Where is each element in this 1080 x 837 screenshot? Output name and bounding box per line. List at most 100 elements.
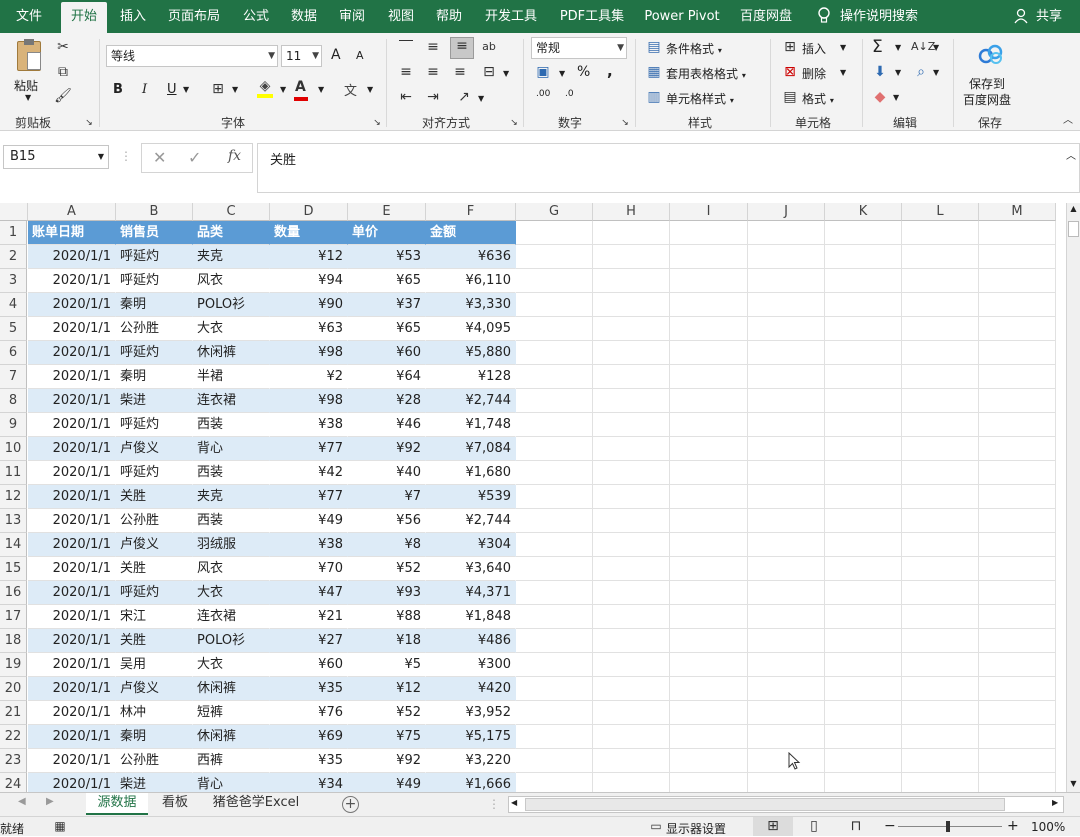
align-left-icon[interactable]: ≡ <box>397 64 415 80</box>
table-cell[interactable] <box>748 773 825 792</box>
table-cell[interactable] <box>670 701 748 725</box>
table-cell[interactable] <box>516 437 593 461</box>
table-cell[interactable] <box>670 557 748 581</box>
table-cell[interactable]: ¥75 <box>348 725 426 749</box>
shrink-font-button[interactable]: A <box>356 49 364 62</box>
table-cell[interactable]: ¥49 <box>348 773 426 792</box>
table-cell[interactable] <box>748 269 825 293</box>
zoom-in-button[interactable]: + <box>1007 818 1019 834</box>
table-cell[interactable]: 2020/1/1 <box>28 437 116 461</box>
table-cell[interactable]: ¥5 <box>348 653 426 677</box>
column-header-l[interactable]: L <box>902 203 979 221</box>
table-cell[interactable] <box>516 485 593 509</box>
table-cell[interactable]: ¥3,220 <box>426 749 516 773</box>
table-cell[interactable]: 秦明 <box>116 365 193 389</box>
table-cell[interactable] <box>902 269 979 293</box>
table-cell[interactable]: 2020/1/1 <box>28 725 116 749</box>
table-cell[interactable]: ¥64 <box>348 365 426 389</box>
table-cell[interactable] <box>902 437 979 461</box>
chevron-down-icon[interactable]: ▼ <box>183 85 189 94</box>
table-cell[interactable] <box>902 413 979 437</box>
table-cell[interactable] <box>516 533 593 557</box>
row-header[interactable]: 16 <box>0 581 27 605</box>
table-cell[interactable]: 背心 <box>193 437 270 461</box>
table-cell[interactable] <box>902 365 979 389</box>
table-cell[interactable] <box>902 245 979 269</box>
table-cell[interactable] <box>670 581 748 605</box>
column-header-d[interactable]: D <box>270 203 348 221</box>
orientation-icon[interactable]: ab <box>480 39 498 55</box>
collapse-ribbon-icon[interactable]: ︿ <box>1061 113 1075 129</box>
table-cell[interactable] <box>516 293 593 317</box>
decrease-decimal-button[interactable]: .0 <box>565 89 574 99</box>
table-cell[interactable] <box>825 317 902 341</box>
table-cell[interactable]: 连衣裙 <box>193 605 270 629</box>
font-name-select[interactable]: 等线 ▼ <box>106 45 278 67</box>
table-cell[interactable] <box>670 437 748 461</box>
table-cell[interactable] <box>825 725 902 749</box>
table-cell[interactable] <box>593 701 670 725</box>
table-cell[interactable] <box>825 485 902 509</box>
table-cell[interactable]: ¥60 <box>270 653 348 677</box>
table-cell[interactable]: 呼延灼 <box>116 581 193 605</box>
tab-review[interactable]: 审阅 <box>332 0 372 33</box>
table-cell[interactable] <box>593 485 670 509</box>
chevron-down-icon[interactable]: ▼ <box>895 68 901 77</box>
table-cell[interactable] <box>979 581 1056 605</box>
table-cell[interactable] <box>902 509 979 533</box>
table-cell[interactable]: ¥42 <box>270 461 348 485</box>
table-cell[interactable] <box>902 653 979 677</box>
sheet-tab-excel[interactable]: 猪爸爸学Excel <box>204 793 308 815</box>
table-cell[interactable]: 公孙胜 <box>116 317 193 341</box>
conditional-format-button[interactable]: 条件格式 ▾ <box>666 40 722 57</box>
table-cell[interactable]: 西装 <box>193 413 270 437</box>
table-cell[interactable]: ¥2,744 <box>426 389 516 413</box>
table-cell[interactable] <box>593 437 670 461</box>
table-cell[interactable]: 休闲裤 <box>193 677 270 701</box>
table-cell[interactable] <box>748 581 825 605</box>
table-cell[interactable]: 2020/1/1 <box>28 365 116 389</box>
table-cell[interactable] <box>902 581 979 605</box>
table-header-cell[interactable] <box>902 221 979 245</box>
table-cell[interactable]: POLO衫 <box>193 629 270 653</box>
table-cell[interactable]: ¥12 <box>348 677 426 701</box>
merge-center-icon[interactable]: ⊟ <box>480 64 498 80</box>
chevron-down-icon[interactable]: ▼ <box>840 68 846 77</box>
table-header-cell[interactable]: 金额 <box>426 221 516 245</box>
format-cells-button[interactable]: 格式 ▾ <box>802 90 834 107</box>
table-cell[interactable] <box>593 725 670 749</box>
table-cell[interactable]: 2020/1/1 <box>28 677 116 701</box>
table-cell[interactable]: 呼延灼 <box>116 269 193 293</box>
chevron-down-icon[interactable]: ▼ <box>318 85 324 94</box>
row-header[interactable]: 14 <box>0 533 27 557</box>
clear-icon[interactable]: ◆ <box>871 89 889 105</box>
name-box[interactable]: B15 ▼ <box>3 145 109 169</box>
table-cell[interactable] <box>516 413 593 437</box>
table-cell[interactable] <box>593 269 670 293</box>
table-cell[interactable] <box>748 677 825 701</box>
table-cell[interactable]: ¥2,744 <box>426 509 516 533</box>
table-cell[interactable] <box>825 629 902 653</box>
cancel-icon[interactable]: ✕ <box>153 148 166 167</box>
table-cell[interactable] <box>670 629 748 653</box>
table-cell[interactable] <box>670 605 748 629</box>
table-cell[interactable]: 吴用 <box>116 653 193 677</box>
accounting-format-icon[interactable]: ▣ <box>534 64 552 80</box>
zoom-slider-thumb[interactable] <box>946 821 950 832</box>
table-cell[interactable] <box>670 293 748 317</box>
table-cell[interactable]: ¥53 <box>348 245 426 269</box>
tab-splitter-icon[interactable]: ⋮ <box>488 797 500 811</box>
increase-indent-icon[interactable]: ⇥ <box>424 89 442 105</box>
table-cell[interactable] <box>902 317 979 341</box>
table-cell[interactable] <box>825 269 902 293</box>
table-cell[interactable]: ¥77 <box>270 485 348 509</box>
dialog-launcher-icon[interactable]: ↘ <box>372 115 382 131</box>
table-cell[interactable] <box>516 389 593 413</box>
increase-decimal-button[interactable]: .00 <box>536 89 550 99</box>
display-settings-button[interactable]: 显示器设置 <box>666 820 726 837</box>
cell-styles-button[interactable]: 单元格样式 ▾ <box>666 90 734 107</box>
table-cell[interactable]: 宋江 <box>116 605 193 629</box>
table-cell[interactable]: ¥4,371 <box>426 581 516 605</box>
table-cell[interactable]: 夹克 <box>193 245 270 269</box>
chevron-down-icon[interactable]: ▼ <box>840 43 846 52</box>
